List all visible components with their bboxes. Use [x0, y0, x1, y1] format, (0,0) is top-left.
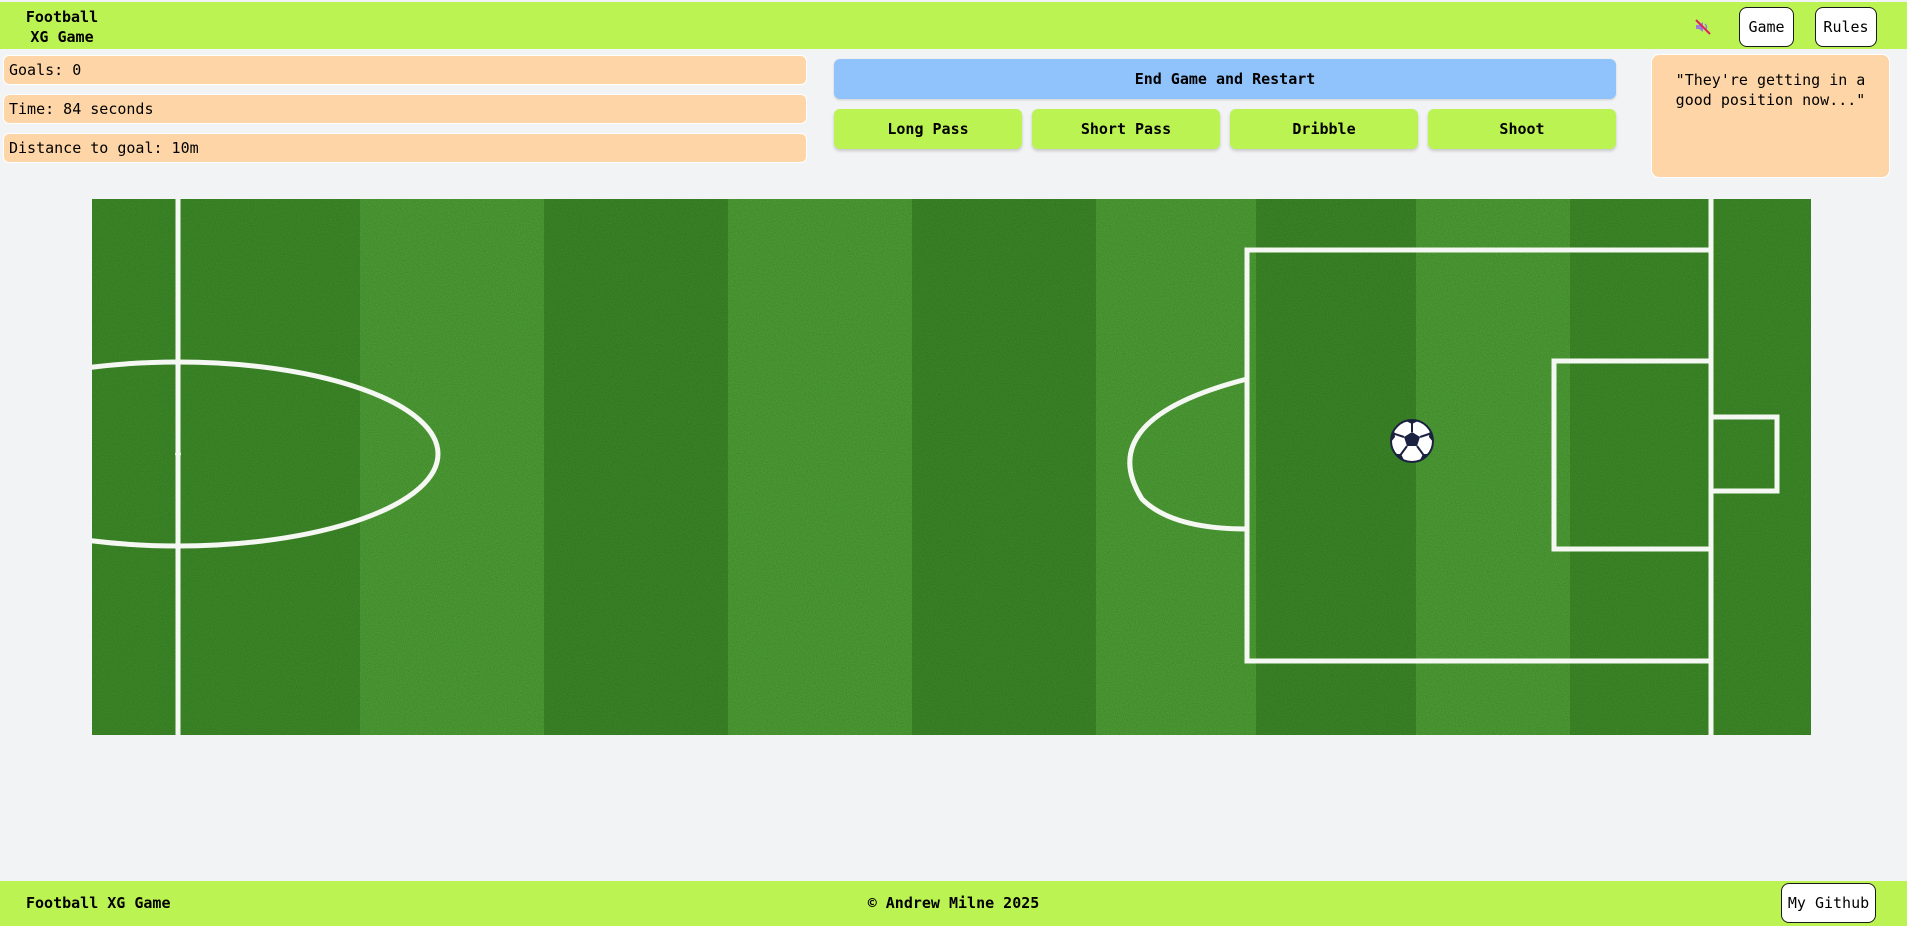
centre-spot: [175, 451, 181, 457]
restart-label: End Game and Restart: [1134, 70, 1316, 88]
dribble-button[interactable]: Dribble: [1230, 109, 1418, 149]
nav-game-label: Game: [1748, 18, 1785, 36]
footer-brand: Football XG Game: [26, 894, 171, 912]
commentary-text: "They're getting in a good position now.…: [1675, 71, 1866, 109]
pitch-graphic: [92, 199, 1811, 735]
commentary-box: "They're getting in a good position now.…: [1651, 54, 1890, 178]
soccer-ball-icon: [1390, 419, 1434, 463]
end-game-restart-button[interactable]: End Game and Restart: [834, 59, 1616, 99]
nav-rules-button[interactable]: Rules: [1815, 7, 1877, 47]
goals-stat: Goals: 0: [3, 55, 807, 85]
top-nav-bar: Football XG Game Game Rules: [0, 2, 1907, 49]
app-title: Football XG Game: [22, 7, 102, 47]
short-pass-button[interactable]: Short Pass: [1032, 109, 1220, 149]
footer-copyright: © Andrew Milne 2025: [867, 894, 1040, 912]
app-title-line-2: XG Game: [30, 28, 94, 46]
dribble-label: Dribble: [1292, 120, 1356, 138]
shoot-button[interactable]: Shoot: [1428, 109, 1616, 149]
app-title-line-1: Football: [25, 8, 99, 26]
long-pass-label: Long Pass: [887, 120, 969, 138]
sound-muted-icon[interactable]: [1694, 18, 1712, 36]
football-pitch: [92, 199, 1811, 735]
time-stat: Time: 84 seconds: [3, 94, 807, 124]
nav-game-button[interactable]: Game: [1739, 7, 1794, 47]
shoot-label: Shoot: [1499, 120, 1545, 138]
long-pass-button[interactable]: Long Pass: [834, 109, 1022, 149]
footer-bar: Football XG Game © Andrew Milne 2025 My …: [0, 881, 1907, 926]
github-button[interactable]: My Github: [1781, 883, 1876, 923]
github-label: My Github: [1787, 894, 1870, 912]
nav-rules-label: Rules: [1823, 18, 1869, 36]
distance-stat: Distance to goal: 10m: [3, 133, 807, 163]
short-pass-label: Short Pass: [1080, 120, 1172, 138]
